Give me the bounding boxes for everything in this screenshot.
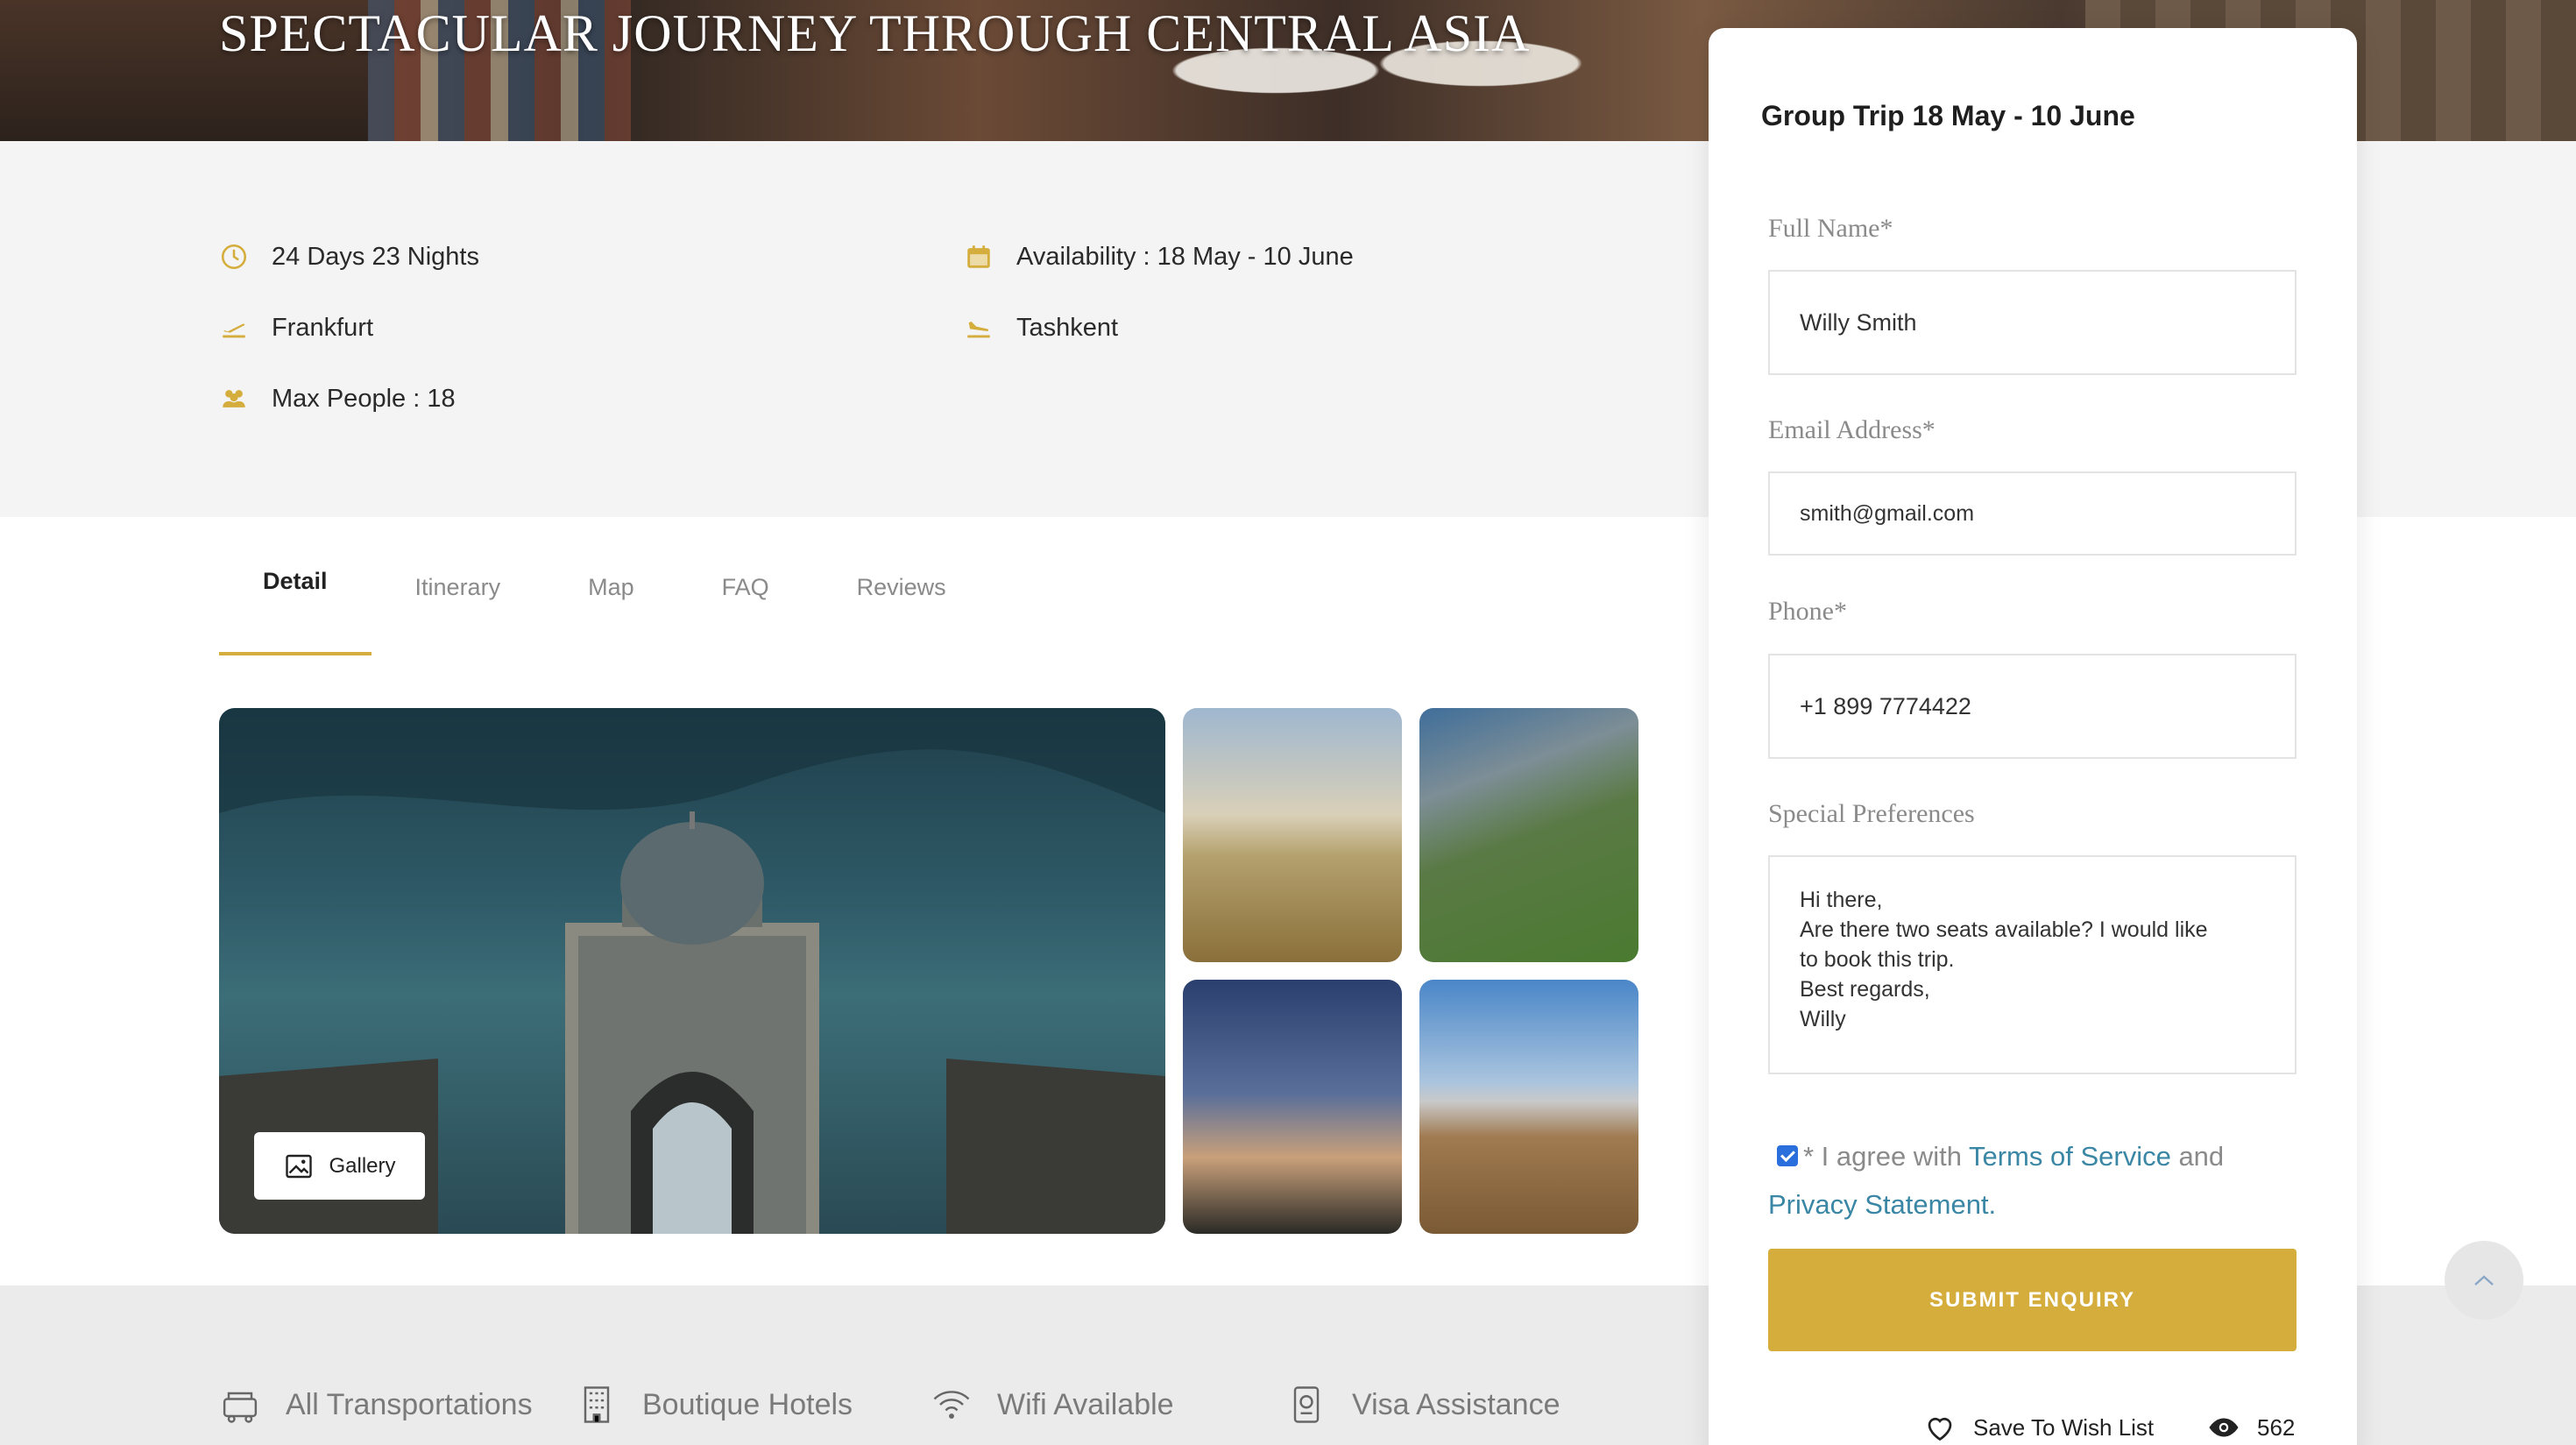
feature-visa-label: Visa Assistance — [1352, 1387, 1560, 1421]
tab-reviews[interactable]: Reviews — [813, 543, 990, 631]
phone-label: Phone* — [1768, 597, 1847, 626]
plane-departure-icon — [223, 323, 245, 338]
email-field[interactable]: smith@gmail.com — [1768, 471, 2296, 556]
users-icon — [223, 390, 245, 407]
gallery-button[interactable]: Gallery — [254, 1132, 425, 1200]
terms-link[interactable]: Terms of Service — [1969, 1141, 2171, 1172]
feature-wifi-label: Wifi Available — [997, 1387, 1174, 1421]
departure-item: Frankfurt — [219, 313, 373, 343]
gallery-button-label: Gallery — [329, 1153, 396, 1178]
image-icon — [286, 1154, 313, 1178]
gallery-thumb-mountains[interactable] — [1419, 708, 1638, 962]
calendar-icon — [967, 245, 990, 268]
tab-itinerary[interactable]: Itinerary — [372, 543, 545, 631]
feature-wifi: Wifi Available — [929, 1382, 1174, 1427]
agree-and: and — [2170, 1141, 2225, 1172]
gallery-thumb-road[interactable] — [1419, 980, 1638, 1234]
departure-text: Frankfurt — [272, 313, 374, 342]
clock-icon — [221, 244, 247, 270]
agree-checkbox[interactable] — [1777, 1144, 1798, 1166]
feature-transportations-label: All Transportations — [286, 1387, 533, 1421]
feature-transportations: All Transportations — [217, 1382, 533, 1427]
feature-hotels: Boutique Hotels — [574, 1382, 853, 1427]
passport-icon — [1293, 1386, 1320, 1423]
heart-icon — [1928, 1417, 1952, 1441]
chevron-up-icon — [2474, 1275, 2494, 1286]
arrival-item: Tashkent — [964, 313, 1118, 343]
plane-arrival-icon — [967, 321, 990, 338]
tab-map[interactable]: Map — [544, 543, 678, 631]
views-counter: 562 — [2208, 1413, 2295, 1442]
gallery-thumb-yurt[interactable] — [1183, 980, 1402, 1234]
enquiry-form-card: Group Trip 18 May - 10 June Full Name* W… — [1709, 28, 2357, 1445]
phone-field[interactable]: +1 899 7774422 — [1768, 654, 2296, 759]
bus-icon — [223, 1392, 258, 1423]
special-preferences-textarea[interactable]: Hi there, Are there two seats available?… — [1768, 855, 2296, 1074]
agree-terms: * I agree with Terms of Service and Priv… — [1768, 1132, 2311, 1229]
privacy-link[interactable]: Privacy Statement. — [1768, 1189, 1996, 1220]
page-title: SPECTACULAR JOURNEY THROUGH CENTRAL ASIA — [219, 4, 1531, 62]
form-title: Group Trip 18 May - 10 June — [1761, 100, 2135, 131]
submit-enquiry-button[interactable]: SUBMIT ENQUIRY — [1768, 1249, 2296, 1351]
duration-text: 24 Days 23 Nights — [272, 242, 479, 271]
main-gallery-photo[interactable]: Gallery — [219, 708, 1165, 1234]
availability-item: Availability : 18 May - 10 June — [964, 242, 1354, 272]
wishlist-label: Save To Wish List — [1973, 1413, 2155, 1441]
back-to-top-button[interactable] — [2445, 1241, 2523, 1320]
max-people-item: Max People : 18 — [219, 384, 456, 414]
agree-prefix: * I agree with — [1803, 1141, 1969, 1172]
detail-tabs: Detail Itinerary Map FAQ Reviews — [219, 543, 990, 657]
tab-faq[interactable]: FAQ — [678, 543, 813, 631]
feature-hotels-label: Boutique Hotels — [642, 1387, 853, 1421]
full-name-label: Full Name* — [1768, 214, 1893, 243]
wifi-icon — [933, 1391, 970, 1419]
wishlist-button[interactable]: Save To Wish List — [1924, 1413, 2154, 1442]
special-preferences-label: Special Preferences — [1768, 799, 1975, 828]
email-label: Email Address* — [1768, 415, 1936, 444]
duration-item: 24 Days 23 Nights — [219, 242, 479, 272]
hotel-icon — [584, 1386, 610, 1423]
full-name-field[interactable]: Willy Smith — [1768, 270, 2296, 375]
views-count: 562 — [2257, 1413, 2296, 1441]
feature-visa: Visa Assistance — [1284, 1382, 1560, 1427]
tab-detail[interactable]: Detail — [219, 543, 372, 655]
eye-icon — [2209, 1418, 2239, 1437]
gallery-thumb-valley[interactable] — [1183, 708, 1402, 962]
arrival-text: Tashkent — [1016, 313, 1119, 342]
max-people-text: Max People : 18 — [272, 384, 456, 413]
availability-text: Availability : 18 May - 10 June — [1016, 242, 1354, 271]
